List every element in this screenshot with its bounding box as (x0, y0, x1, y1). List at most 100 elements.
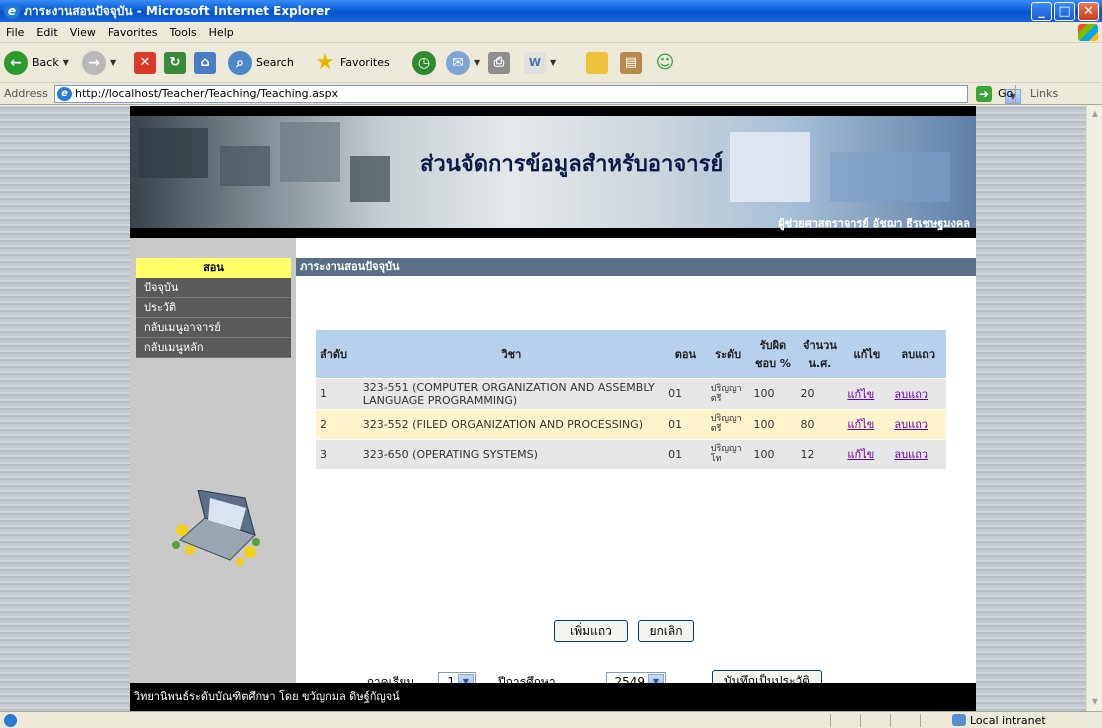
home-icon: ⌂ (194, 52, 216, 74)
folder-button[interactable] (586, 49, 608, 77)
page-footer: วิทยานิพนธ์ระดับบัณฑิตศึกษา โดย ขวัญกมล … (130, 683, 976, 711)
search-button[interactable]: ⌕ Search (228, 49, 294, 77)
add-row-button[interactable]: เพิ่มแถว (554, 620, 628, 642)
messenger-button[interactable]: ☺ (654, 49, 676, 77)
stop-icon: ✕ (134, 52, 156, 74)
delete-link[interactable]: ลบแถว (894, 448, 928, 461)
delete-link[interactable]: ลบแถว (894, 418, 928, 431)
toolbar: ← Back ▼ → ▼ ✕ ↻ ⌂ ⌕ Search ★ Favorites … (0, 43, 1102, 83)
cancel-button[interactable]: ยกเลิก (638, 620, 694, 642)
table-row: 3 323-650 (OPERATING SYSTEMS) 01 ปริญญาโ… (316, 438, 946, 469)
course-name: 323-552 (FILED ORGANIZATION AND PROCESSI… (358, 408, 665, 439)
menu-edit[interactable]: Edit (30, 22, 63, 43)
menu-file[interactable]: File (0, 22, 30, 43)
column-header: แก้ไข (843, 330, 891, 378)
close-button[interactable]: ✕ (1078, 2, 1099, 21)
page-status-icon (4, 714, 17, 727)
browser-window: e ภาระงานสอนปัจจุบัน - Microsoft Interne… (0, 0, 1102, 728)
responsibility-percent: 100 (749, 377, 797, 409)
back-arrow-icon: ← (4, 51, 28, 75)
sidebar-item-current[interactable]: ปัจจุบัน (136, 278, 291, 298)
degree-level: ปริญญาตรี (706, 408, 750, 439)
menu-favorites[interactable]: Favorites (102, 22, 164, 43)
column-header: ลบแถว (890, 330, 946, 378)
sidebar: สอน ปัจจุบัน ประวัติ กลับเมนูอาจารย์ กลั… (130, 238, 296, 683)
go-button[interactable]: Go (998, 87, 1013, 100)
user-name: ผู้ช่วยศาสตราจารย์ อัชฌา ธีรเชษฐมงคล (778, 217, 970, 230)
stop-button[interactable]: ✕ (134, 49, 156, 77)
history-button[interactable]: ◷ (412, 49, 436, 77)
page-viewport: ส่วนจัดการข้อมูลสำหรับอาจารย์ ผู้ช่วยศาส… (0, 106, 1086, 711)
row-number: 2 (316, 408, 359, 439)
sidebar-item-main-menu[interactable]: กลับเมนูหลัก (136, 338, 291, 358)
print-icon: ⎙ (488, 52, 510, 74)
folder-icon (586, 52, 608, 74)
title-bar: e ภาระงานสอนปัจจุบัน - Microsoft Interne… (0, 0, 1102, 22)
menu-help[interactable]: Help (203, 22, 240, 43)
address-input[interactable]: e http://localhost/Teacher/Teaching/Teac… (54, 85, 1021, 104)
divider (860, 714, 861, 727)
favorites-label: Favorites (340, 56, 390, 69)
search-label: Search (256, 56, 294, 69)
research-icon: ▤ (620, 52, 642, 74)
favorites-button[interactable]: ★ Favorites (314, 49, 390, 77)
address-url: http://localhost/Teacher/Teaching/Teachi… (75, 87, 339, 100)
section: 01 (664, 377, 707, 409)
minimize-button[interactable]: _ (1031, 2, 1052, 21)
back-button[interactable]: ← Back ▼ (4, 49, 69, 77)
student-count: 20 (796, 377, 844, 409)
maximize-button[interactable]: □ (1054, 2, 1075, 21)
delete-cell: ลบแถว (890, 408, 946, 439)
windows-logo-icon (1078, 24, 1098, 41)
mail-icon: ✉ (446, 51, 470, 75)
menu-tools[interactable]: Tools (164, 22, 203, 43)
course-name: 323-650 (OPERATING SYSTEMS) (358, 438, 665, 469)
search-icon: ⌕ (228, 51, 252, 75)
chevron-down-icon: ▼ (474, 58, 481, 67)
forward-arrow-icon: → (82, 51, 106, 75)
window-title: ภาระงานสอนปัจจุบัน - Microsoft Internet … (24, 4, 331, 18)
section: 01 (664, 438, 707, 469)
content-header: ภาระงานสอนปัจจุบัน (296, 258, 976, 276)
student-count: 12 (796, 438, 844, 469)
chevron-down-icon: ▼ (110, 58, 117, 67)
mail-button[interactable]: ✉ ▼ (446, 49, 480, 77)
row-number: 3 (316, 438, 359, 469)
page-banner: ส่วนจัดการข้อมูลสำหรับอาจารย์ ผู้ช่วยศาส… (130, 106, 976, 238)
forward-button[interactable]: → ▼ (82, 49, 116, 77)
home-button[interactable]: ⌂ (194, 49, 216, 77)
edit-link[interactable]: แก้ไข (847, 448, 874, 461)
print-button[interactable]: ⎙ (488, 49, 510, 77)
history-icon: ◷ (412, 51, 436, 75)
section: 01 (664, 408, 707, 439)
delete-link[interactable]: ลบแถว (894, 388, 928, 401)
edit-cell: แก้ไข (843, 408, 891, 439)
degree-level: ปริญญาโท (706, 438, 750, 469)
edit-button[interactable]: W ▼ (524, 49, 556, 77)
edit-link[interactable]: แก้ไข (847, 388, 874, 401)
responsibility-percent: 100 (749, 408, 797, 439)
refresh-button[interactable]: ↻ (164, 49, 186, 77)
links-button[interactable]: Links (1030, 87, 1058, 100)
address-bar: Address e http://localhost/Teacher/Teach… (0, 83, 1102, 105)
go-arrow-icon[interactable]: ➜ (976, 86, 992, 102)
scroll-down-icon[interactable]: ▼ (1088, 694, 1102, 709)
vertical-scrollbar[interactable]: ▲ ▼ (1086, 106, 1102, 711)
column-header: ระดับ (706, 330, 750, 378)
sidebar-header: สอน (136, 258, 291, 278)
course-name: 323-551 (COMPUTER ORGANIZATION AND ASSEM… (358, 377, 665, 409)
scroll-up-icon[interactable]: ▲ (1088, 106, 1102, 121)
sidebar-item-teacher-menu[interactable]: กลับเมนูอาจารย์ (136, 318, 291, 338)
delete-cell: ลบแถว (890, 377, 946, 409)
sidebar-item-history[interactable]: ประวัติ (136, 298, 291, 318)
word-icon: W (524, 52, 546, 74)
menu-view[interactable]: View (64, 22, 102, 43)
edit-cell: แก้ไข (843, 438, 891, 469)
intranet-zone-icon (952, 714, 966, 726)
research-button[interactable]: ▤ (620, 49, 642, 77)
laptop-flowers-image (172, 490, 260, 566)
main-content: ภาระงานสอนปัจจุบัน ลำดับ วิชา ตอน ระดับ … (296, 238, 976, 692)
responsibility-percent: 100 (749, 438, 797, 469)
edit-link[interactable]: แก้ไข (847, 418, 874, 431)
back-label: Back (32, 56, 59, 69)
